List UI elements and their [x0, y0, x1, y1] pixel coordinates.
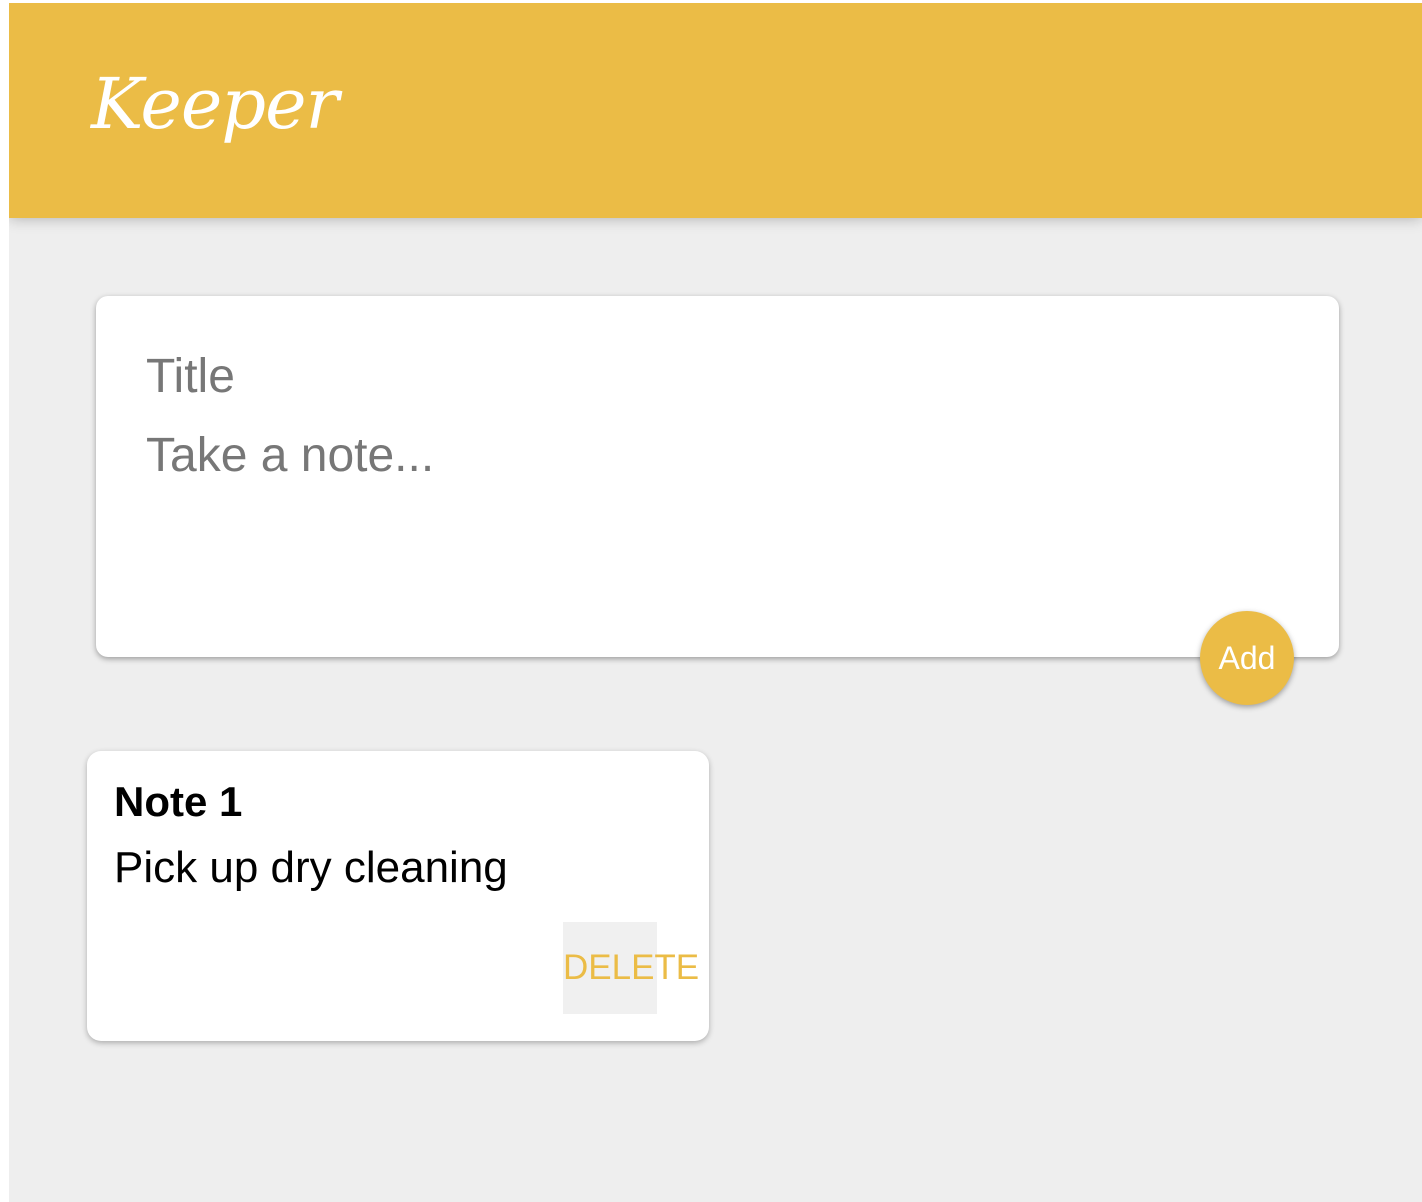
note-title: Note 1: [114, 778, 243, 825]
add-note-button[interactable]: Add: [1200, 611, 1294, 705]
note-content-input[interactable]: [146, 426, 1286, 576]
delete-note-button[interactable]: DELETE: [563, 922, 699, 1014]
note-title-input[interactable]: [146, 346, 1286, 406]
delete-button-label: DELETE: [563, 948, 700, 987]
app-logo: Keeper: [91, 63, 339, 145]
note-content: Pick up dry cleaning: [114, 843, 508, 892]
note-card: Note 1 Pick up dry cleaning DELETE: [87, 751, 709, 1041]
create-note-form: [96, 296, 1339, 657]
app-header: Keeper: [9, 3, 1422, 218]
app-root: Keeper Add Note 1 Pick up dry cleaning D…: [9, 3, 1422, 1202]
